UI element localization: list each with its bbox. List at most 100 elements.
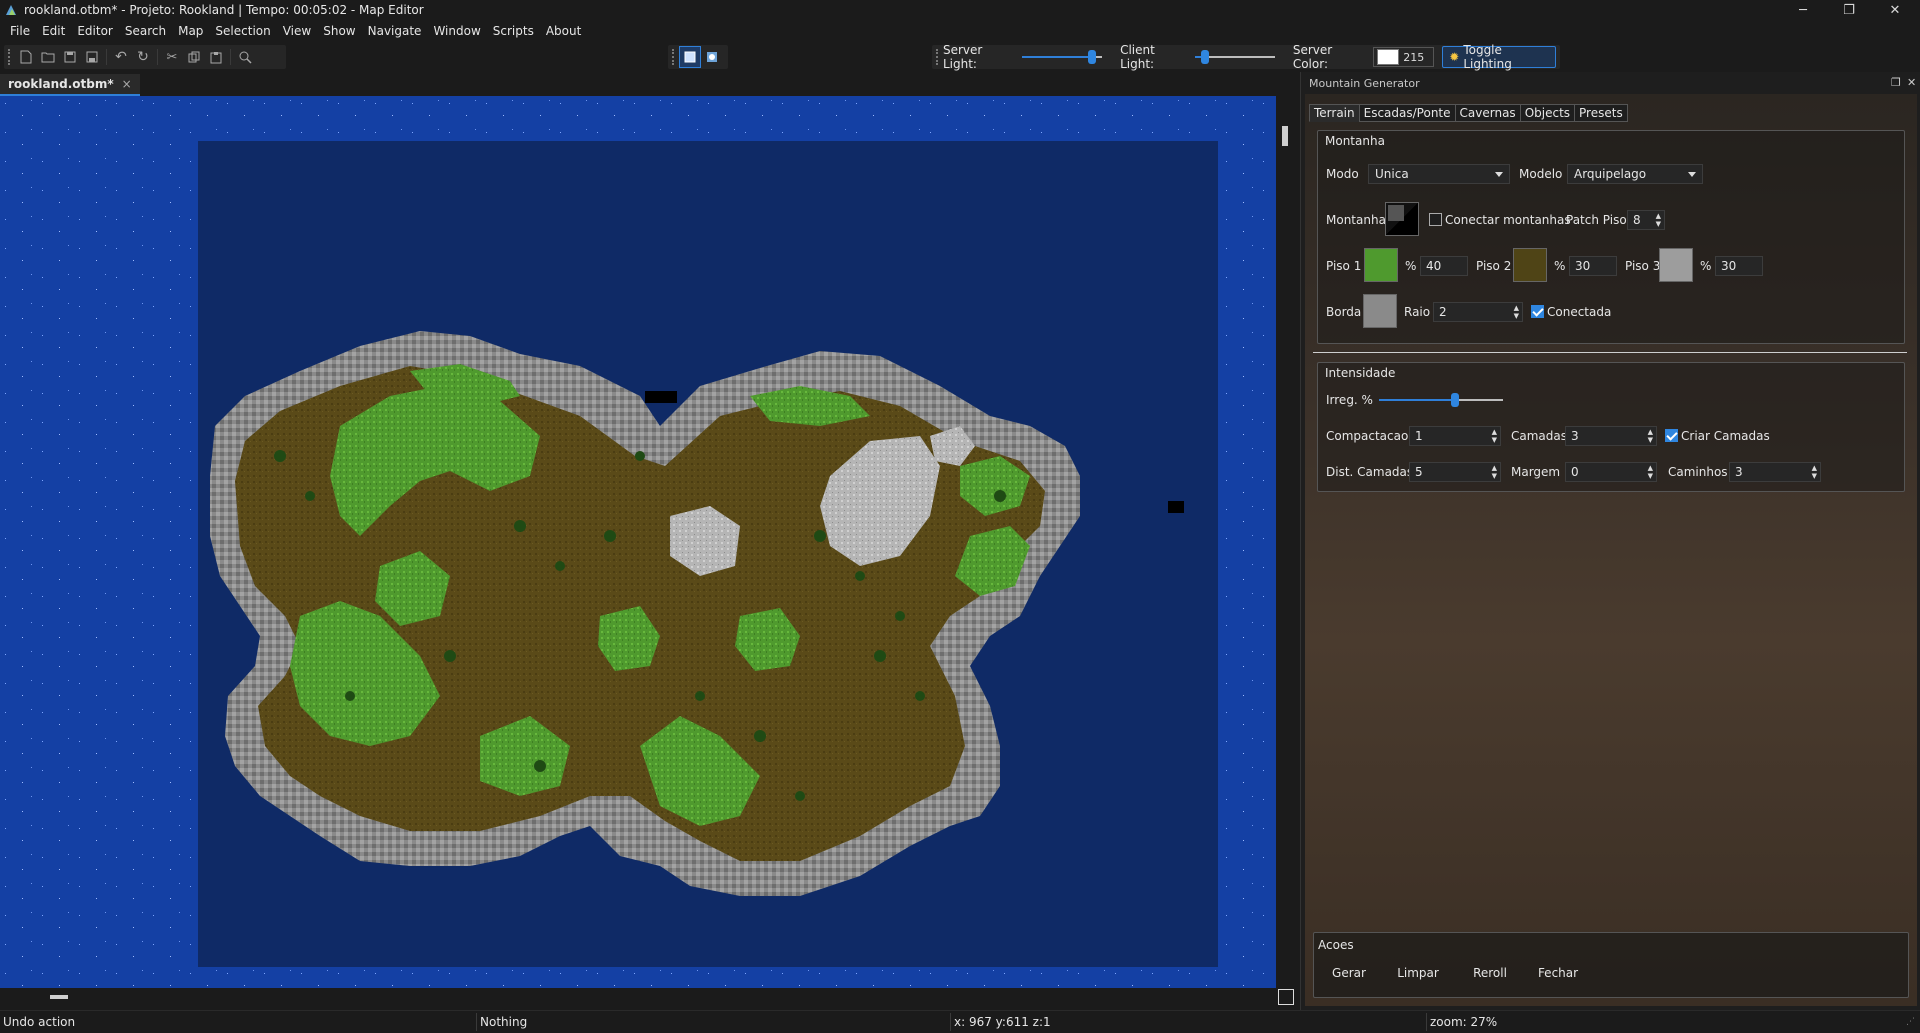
resize-grip-icon[interactable]: ⋰ — [1906, 1011, 1915, 1033]
menu-about[interactable]: About — [540, 20, 587, 42]
map-horizontal-scrollbar[interactable] — [0, 988, 1276, 1006]
menu-window[interactable]: Window — [427, 20, 486, 42]
paste-icon — [210, 51, 222, 63]
view-mode-button-2[interactable] — [701, 46, 723, 68]
conectada-checkbox[interactable] — [1531, 305, 1544, 318]
map-canvas[interactable] — [0, 96, 1276, 988]
piso2-swatch[interactable] — [1513, 248, 1547, 282]
patch-piso-spinner[interactable]: 8 ▲ ▼ — [1627, 210, 1665, 230]
cut-button[interactable]: ✂ — [161, 46, 183, 68]
piso1-percent-input[interactable]: 40 — [1420, 256, 1468, 276]
compactacao-spinner[interactable]: 1 ▲ ▼ — [1409, 426, 1501, 446]
undo-button[interactable]: ↶ — [110, 46, 132, 68]
reroll-button[interactable]: Reroll — [1459, 960, 1521, 986]
zoom-icon — [239, 51, 252, 64]
close-button[interactable]: ✕ — [1872, 0, 1918, 20]
new-file-icon — [20, 50, 32, 64]
status-bar: Undo action Nothing x: 967 y:611 z:1 zoo… — [0, 1010, 1920, 1033]
paste-button[interactable] — [205, 46, 227, 68]
dist-camadas-value: 5 — [1415, 465, 1423, 479]
status-separator — [950, 1013, 951, 1031]
tab-terrain[interactable]: Terrain — [1309, 104, 1360, 122]
server-color-picker[interactable]: 215 — [1373, 47, 1435, 67]
spinner-arrows-icon: ▲ ▼ — [1491, 428, 1497, 444]
piso3-percent-input[interactable]: 30 — [1715, 256, 1763, 276]
square-view-icon — [684, 51, 696, 63]
margem-spinner[interactable]: 0 ▲ ▼ — [1565, 462, 1657, 482]
server-light-slider[interactable] — [1022, 49, 1103, 65]
save-button[interactable] — [59, 46, 81, 68]
zoom-button[interactable] — [234, 46, 256, 68]
piso3-swatch[interactable] — [1659, 248, 1693, 282]
fechar-button[interactable]: Fechar — [1527, 960, 1589, 986]
toolbar-grip[interactable] — [936, 49, 939, 65]
criar-camadas-checkbox[interactable] — [1665, 429, 1678, 442]
client-light-slider[interactable] — [1195, 49, 1275, 65]
tab-presets[interactable]: Presets — [1574, 104, 1628, 122]
map-vertical-scrollbar[interactable] — [1276, 96, 1296, 988]
borda-swatch[interactable] — [1363, 294, 1397, 328]
minimize-button[interactable]: ─ — [1780, 0, 1826, 20]
scrollbar-thumb[interactable] — [1282, 126, 1288, 146]
menu-file[interactable]: File — [4, 20, 36, 42]
close-panel-icon[interactable]: ✕ — [1907, 76, 1916, 89]
piso2-label: Piso 2 — [1476, 259, 1512, 273]
cut-icon: ✂ — [166, 49, 178, 65]
dist-camadas-spinner[interactable]: 5 ▲ ▼ — [1409, 462, 1501, 482]
status-coordinates: x: 967 y:611 z:1 — [954, 1015, 1051, 1029]
app-icon — [6, 5, 16, 15]
copy-icon — [188, 51, 200, 63]
view-mode-button-1[interactable] — [679, 46, 701, 68]
menu-show[interactable]: Show — [317, 20, 361, 42]
piso2-pct-symbol: % — [1554, 259, 1566, 273]
menu-editor[interactable]: Editor — [71, 20, 119, 42]
open-button[interactable] — [37, 46, 59, 68]
save-as-button[interactable] — [81, 46, 103, 68]
menu-search[interactable]: Search — [119, 20, 172, 42]
camadas-value: 3 — [1571, 429, 1579, 443]
piso1-swatch[interactable] — [1364, 248, 1398, 282]
redo-button[interactable]: ↻ — [132, 46, 154, 68]
menu-scripts[interactable]: Scripts — [487, 20, 540, 42]
compactacao-label: Compactacao — [1326, 429, 1409, 443]
irregularidade-slider[interactable] — [1379, 392, 1503, 408]
undo-icon: ↶ — [115, 49, 127, 65]
close-tab-icon[interactable]: × — [122, 77, 132, 91]
save-icon — [64, 51, 76, 63]
toggle-lighting-button[interactable]: ✹ Toggle Lighting — [1442, 43, 1556, 71]
menu-edit[interactable]: Edit — [36, 20, 71, 42]
restore-button[interactable]: ❐ — [1826, 0, 1872, 20]
tab-objects[interactable]: Objects — [1519, 104, 1576, 122]
raio-spinner[interactable]: 2 ▲ ▼ — [1433, 302, 1523, 322]
toolbar-grip[interactable] — [8, 49, 11, 65]
menu-map[interactable]: Map — [172, 20, 209, 42]
toolbar-grip[interactable] — [672, 49, 675, 65]
new-file-button[interactable] — [15, 46, 37, 68]
conectar-montanhas-checkbox[interactable] — [1429, 213, 1442, 226]
tab-cavernas[interactable]: Cavernas — [1454, 104, 1521, 122]
caminhos-spinner[interactable]: 3 ▲ ▼ — [1729, 462, 1821, 482]
camadas-spinner[interactable]: 3 ▲ ▼ — [1565, 426, 1657, 446]
scrollbar-thumb[interactable] — [50, 995, 68, 999]
compactacao-value: 1 — [1415, 429, 1423, 443]
panel-title: Mountain Generator — [1309, 76, 1420, 90]
menu-selection[interactable]: Selection — [209, 20, 276, 42]
menu-navigate[interactable]: Navigate — [362, 20, 428, 42]
modo-value: Unica — [1375, 167, 1409, 181]
piso2-percent-input[interactable]: 30 — [1569, 256, 1617, 276]
gerar-button[interactable]: Gerar — [1321, 960, 1377, 986]
modo-select[interactable]: Unica — [1368, 164, 1510, 184]
irreg-label: Irreg. % — [1326, 393, 1373, 407]
tab-escadas-ponte[interactable]: Escadas/Ponte — [1358, 104, 1456, 122]
montanha-swatch[interactable] — [1385, 202, 1419, 236]
document-tab-rookland[interactable]: rookland.otbm* × — [0, 74, 140, 96]
modelo-select[interactable]: Arquipelago — [1567, 164, 1703, 184]
copy-button[interactable] — [183, 46, 205, 68]
limpar-button[interactable]: Limpar — [1387, 960, 1449, 986]
spinner-arrows-icon: ▲ ▼ — [1491, 464, 1497, 480]
intensidade-group-title: Intensidade — [1325, 366, 1396, 380]
sun-icon: ✹ — [1449, 50, 1460, 64]
float-panel-icon[interactable]: ❐ — [1891, 76, 1901, 89]
menu-view[interactable]: View — [277, 20, 317, 42]
caminhos-label: Caminhos — [1668, 465, 1728, 479]
